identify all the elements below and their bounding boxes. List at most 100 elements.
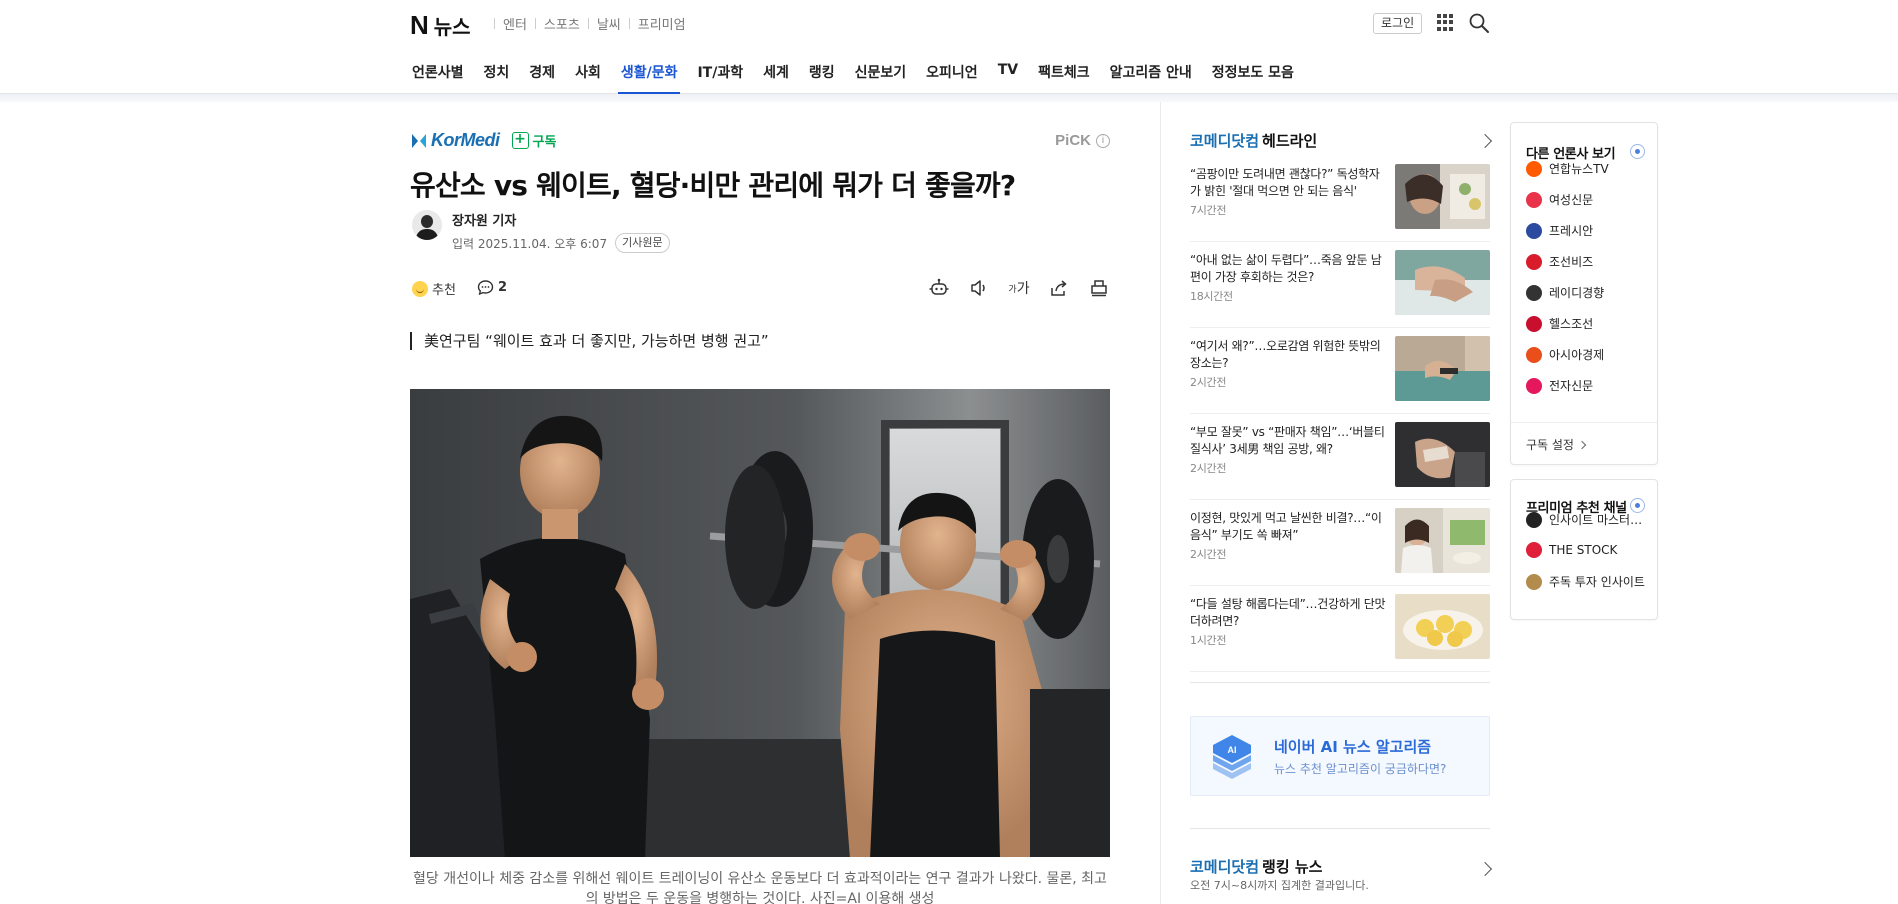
- section-tab[interactable]: 경제: [529, 62, 555, 94]
- press-logo-icon: [1526, 191, 1542, 208]
- service-link-weather[interactable]: 날씨: [597, 14, 621, 33]
- press-item[interactable]: 프레시안: [1526, 222, 1593, 239]
- search-icon[interactable]: [1468, 12, 1490, 34]
- headline-section-title[interactable]: 코메디닷컴 헤드라인: [1190, 130, 1317, 151]
- pick-badge[interactable]: PiCK i: [1055, 132, 1110, 149]
- share-icon: [1051, 280, 1067, 296]
- headline-item[interactable]: 이정현, 맛있게 먹고 날씬한 비결?…“이 음식” 부기도 쏙 빠져” 2시간전: [1190, 500, 1490, 586]
- chevron-right-icon[interactable]: [1477, 133, 1493, 149]
- headline-section-label: 헤드라인: [1262, 132, 1318, 150]
- naver-news-logo[interactable]: N 뉴스: [410, 10, 471, 41]
- press-item[interactable]: 전자신문: [1526, 377, 1593, 394]
- press-logo-icon: [1526, 160, 1542, 177]
- section-tab[interactable]: 랭킹: [809, 62, 835, 94]
- ranking-section-press: 코메디닷컴: [1190, 858, 1260, 876]
- headline-thumbnail[interactable]: [1395, 422, 1490, 487]
- gym-workout-image: [410, 389, 1110, 857]
- press-item[interactable]: 레이디경향: [1526, 284, 1604, 301]
- summary-bot-button[interactable]: [928, 277, 950, 299]
- premium-channel-item[interactable]: 인사이트 마스터…: [1526, 511, 1642, 528]
- subscribe-button[interactable]: + 구독: [511, 131, 556, 150]
- naver-n-logo: N: [410, 10, 429, 40]
- section-tab[interactable]: IT/과학: [697, 62, 743, 94]
- headline-item[interactable]: “아내 없는 삶이 두렵다”…죽음 앞둔 남편이 가장 후회하는 것은? 18시간…: [1190, 242, 1490, 328]
- headline-item-title: “곰팡이만 도려내면 괜찮다?” 독성학자가 밝힌 '절대 먹으면 안 되는 음…: [1190, 167, 1380, 198]
- section-tab[interactable]: TV: [998, 62, 1018, 94]
- apps-grid-icon[interactable]: [1437, 14, 1454, 31]
- headline-item[interactable]: “곰팡이만 도려내면 괜찮다?” 독성학자가 밝힌 '절대 먹으면 안 되는 음…: [1190, 156, 1490, 242]
- divider: [1190, 682, 1490, 683]
- article-tools: 가가: [928, 277, 1110, 299]
- audio-button[interactable]: [968, 277, 990, 299]
- section-tab[interactable]: 신문보기: [855, 62, 907, 94]
- service-link-premium[interactable]: 프리미엄: [638, 14, 686, 33]
- thumbnail-image: [1395, 594, 1490, 659]
- section-tab[interactable]: 정치: [484, 62, 510, 94]
- refresh-icon[interactable]: [1630, 144, 1645, 159]
- section-tab[interactable]: 알고리즘 안내: [1110, 62, 1192, 94]
- byline: 장자원 기자 입력 2025.11.04. 오후 6:07 기사원문: [412, 210, 670, 253]
- article: KorMedi + 구독 PiCK i 유산소 vs 웨이트, 혈당·비만 관리…: [410, 102, 1110, 904]
- section-tab[interactable]: 사회: [575, 62, 601, 94]
- headline-thumbnail[interactable]: [1395, 594, 1490, 659]
- news-logo-text: 뉴스: [433, 15, 471, 39]
- section-tab[interactable]: 세계: [763, 62, 789, 94]
- press-item[interactable]: 조선비즈: [1526, 253, 1593, 270]
- press-logo[interactable]: KorMedi: [410, 130, 500, 151]
- chevron-right-icon[interactable]: [1477, 861, 1493, 877]
- section-tab[interactable]: 정정보도 모음: [1212, 62, 1294, 94]
- print-button[interactable]: [1088, 277, 1110, 299]
- service-link-entertain[interactable]: 엔터: [503, 14, 527, 33]
- font-size-button[interactable]: 가가: [1008, 277, 1030, 299]
- headline-item[interactable]: “여기서 왜?”…오로감염 위험한 뜻밖의 장소는? 2시간전: [1190, 328, 1490, 414]
- login-button[interactable]: 로그인: [1373, 13, 1423, 34]
- section-tab[interactable]: 오피니언: [926, 62, 978, 94]
- plus-icon: +: [511, 132, 529, 149]
- recommend-button[interactable]: 추천: [412, 279, 456, 298]
- print-icon: [1091, 280, 1107, 297]
- article-action-bar: 추천 2 가 가: [412, 277, 1110, 301]
- section-tab[interactable]: 생활/문화: [617, 62, 681, 94]
- kormedi-logo-icon: [412, 133, 426, 148]
- headline-thumbnail[interactable]: [1395, 250, 1490, 315]
- divider: [494, 18, 495, 29]
- comment-button[interactable]: 2: [477, 279, 507, 296]
- press-logo-icon: [1526, 222, 1542, 239]
- article-photo[interactable]: [410, 389, 1110, 857]
- thumbnail-image: [1395, 422, 1490, 487]
- headline-list: “곰팡이만 도려내면 괜찮다?” 독성학자가 밝힌 '절대 먹으면 안 되는 음…: [1190, 156, 1490, 672]
- headline-item-title: “여기서 왜?”…오로감염 위험한 뜻밖의 장소는?: [1190, 339, 1381, 370]
- section-tab[interactable]: 언론사별: [412, 62, 464, 94]
- press-item[interactable]: 연합뉴스TV: [1526, 160, 1609, 177]
- thumbnail-image: [1395, 250, 1490, 315]
- headline-item-text: 이정현, 맛있게 먹고 날씬한 비결?…“이 음식” 부기도 쏙 빠져” 2시간전: [1190, 510, 1386, 563]
- divider: [587, 18, 589, 29]
- reporter-name[interactable]: 장자원 기자: [452, 210, 670, 229]
- headline-thumbnail[interactable]: [1395, 164, 1490, 229]
- headline-thumbnail[interactable]: [1395, 508, 1490, 573]
- press-item[interactable]: 헬스조선: [1526, 315, 1593, 332]
- subscription-settings-link[interactable]: 구독 설정: [1526, 436, 1587, 453]
- premium-channel-item[interactable]: THE STOCK: [1526, 542, 1617, 558]
- press-item[interactable]: 아시아경제: [1526, 346, 1604, 363]
- info-icon[interactable]: i: [1096, 133, 1110, 148]
- service-link-sports[interactable]: 스포츠: [544, 14, 580, 33]
- headline-thumbnail[interactable]: [1395, 336, 1490, 401]
- photo-caption: 혈당 개선이나 체중 감소를 위해선 웨이트 트레이닝이 유산소 운동보다 더 …: [413, 871, 1107, 904]
- ranking-section-title[interactable]: 코메디닷컴 랭킹 뉴스: [1190, 856, 1322, 877]
- original-article-button[interactable]: 기사원문: [615, 233, 670, 253]
- headline-item[interactable]: “다들 설탕 해롭다는데”…건강하게 단맛 더하려면? 1시간전: [1190, 586, 1490, 672]
- share-button[interactable]: [1048, 277, 1070, 299]
- section-tab[interactable]: 팩트체크: [1038, 62, 1090, 94]
- headline-item[interactable]: “부모 잘못” vs “판매자 책임”…‘버블티 질식사’ 3세男 책임 공방,…: [1190, 414, 1490, 500]
- press-item[interactable]: 여성신문: [1526, 191, 1593, 208]
- headline-item-title: “부모 잘못” vs “판매자 책임”…‘버블티 질식사’ 3세男 책임 공방,…: [1190, 425, 1385, 456]
- ai-banner-title: 네이버 AI 뉴스 알고리즘: [1274, 738, 1432, 756]
- ai-algorithm-banner[interactable]: AI 네이버 AI 뉴스 알고리즘 뉴스 추천 알고리즘이 궁금하다면?: [1190, 716, 1490, 796]
- ai-stack-icon: AI: [1213, 735, 1251, 779]
- press-item-name: 아시아경제: [1549, 348, 1605, 362]
- smile-icon: [412, 280, 428, 297]
- reporter-avatar[interactable]: [412, 210, 442, 240]
- premium-channel-item[interactable]: 주독 투자 인사이트: [1526, 573, 1645, 590]
- press-logo-icon: [1526, 284, 1542, 301]
